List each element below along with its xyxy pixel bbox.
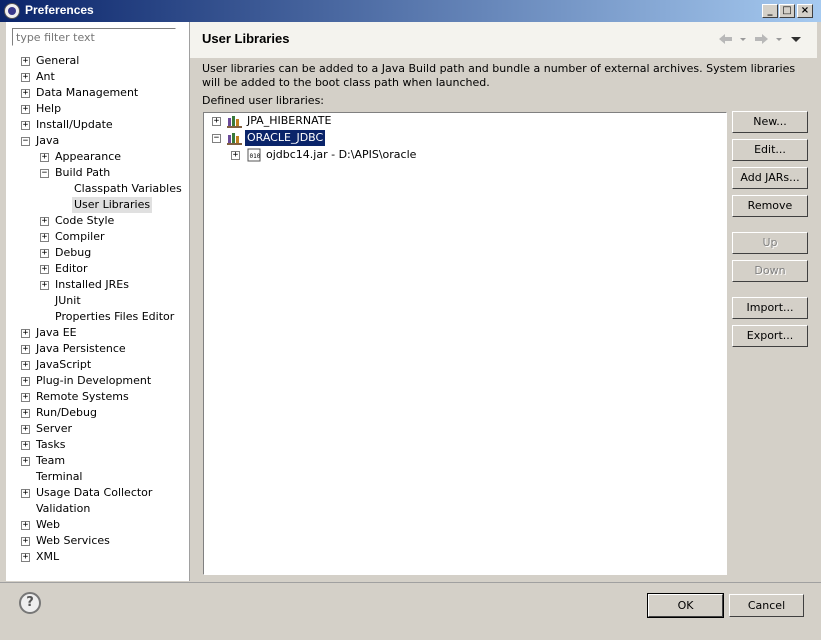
back-arrow-icon[interactable] xyxy=(719,34,746,44)
expand-icon[interactable]: + xyxy=(21,57,30,66)
expand-icon[interactable]: + xyxy=(21,361,30,370)
expand-icon[interactable]: + xyxy=(21,329,30,338)
eclipse-icon xyxy=(4,3,20,19)
history-navigation xyxy=(719,34,801,44)
expand-icon[interactable]: + xyxy=(21,89,30,98)
nav-item-validation[interactable]: Validation xyxy=(36,501,90,517)
library-jpa-hibernate[interactable]: JPA_HIBERNATE xyxy=(247,113,331,129)
expand-icon[interactable]: + xyxy=(21,345,30,354)
expand-icon[interactable]: + xyxy=(40,153,49,162)
expand-icon[interactable]: + xyxy=(21,489,30,498)
expand-icon[interactable]: + xyxy=(21,409,30,418)
nav-item-web-services[interactable]: Web Services xyxy=(36,533,110,549)
expand-icon[interactable]: + xyxy=(231,151,240,160)
edit-button[interactable]: Edit... xyxy=(732,139,808,161)
nav-item-compiler[interactable]: Compiler xyxy=(55,229,105,245)
nav-item-team[interactable]: Team xyxy=(36,453,65,469)
nav-item-ant[interactable]: Ant xyxy=(36,69,55,85)
minimize-button[interactable]: _ xyxy=(762,4,778,18)
window-title: Preferences xyxy=(25,3,94,17)
expand-icon[interactable]: + xyxy=(40,233,49,242)
view-menu-icon[interactable] xyxy=(791,37,801,42)
nav-item-debug[interactable]: Debug xyxy=(55,245,91,261)
expand-icon[interactable]: + xyxy=(21,521,30,530)
page-title: User Libraries xyxy=(202,31,290,46)
defined-libraries-label: Defined user libraries: xyxy=(202,94,325,107)
expand-icon[interactable]: + xyxy=(21,105,30,114)
help-icon[interactable]: ? xyxy=(19,592,41,614)
nav-item-junit[interactable]: JUnit xyxy=(55,293,81,309)
remove-button[interactable]: Remove xyxy=(732,195,808,217)
nav-item-data-management[interactable]: Data Management xyxy=(36,85,138,101)
nav-item-editor[interactable]: Editor xyxy=(55,261,88,277)
collapse-icon[interactable]: − xyxy=(212,134,221,143)
nav-item-classpath-variables[interactable]: Classpath Variables xyxy=(74,181,182,197)
nav-item-server[interactable]: Server xyxy=(36,421,72,437)
down-button[interactable]: Down xyxy=(732,260,808,282)
nav-item-terminal[interactable]: Terminal xyxy=(36,469,83,485)
expand-icon[interactable]: + xyxy=(40,265,49,274)
nav-item-install-update[interactable]: Install/Update xyxy=(36,117,113,133)
nav-item-plugin-development[interactable]: Plug-in Development xyxy=(36,373,151,389)
expand-icon[interactable]: + xyxy=(40,281,49,290)
title-bar[interactable] xyxy=(0,0,821,22)
nav-item-appearance[interactable]: Appearance xyxy=(55,149,121,165)
nav-item-xml[interactable]: XML xyxy=(36,549,59,565)
new-button[interactable]: New... xyxy=(732,111,808,133)
user-libraries-tree[interactable] xyxy=(203,112,727,575)
expand-icon[interactable]: + xyxy=(40,217,49,226)
collapse-icon[interactable]: − xyxy=(40,169,49,178)
jar-icon: 010 xyxy=(247,148,261,162)
library-icon xyxy=(227,116,242,128)
library-icon xyxy=(227,133,242,145)
add-jars-button[interactable]: Add JARs... xyxy=(732,167,808,189)
nav-item-user-libraries[interactable]: User Libraries xyxy=(72,197,153,213)
nav-item-java[interactable]: Java xyxy=(36,133,59,149)
expand-icon[interactable]: + xyxy=(212,117,221,126)
filter-input[interactable] xyxy=(12,28,176,46)
expand-icon[interactable]: + xyxy=(21,457,30,466)
expand-icon[interactable]: + xyxy=(21,377,30,386)
expand-icon[interactable]: + xyxy=(21,425,30,434)
cancel-button[interactable]: Cancel xyxy=(729,594,804,617)
nav-item-web[interactable]: Web xyxy=(36,517,60,533)
library-oracle-jdbc[interactable]: ORACLE_JDBC xyxy=(243,129,327,147)
expand-icon[interactable]: + xyxy=(21,553,30,562)
expand-icon[interactable]: + xyxy=(21,393,30,402)
export-button[interactable]: Export... xyxy=(732,325,808,347)
import-button[interactable]: Import... xyxy=(732,297,808,319)
nav-item-code-style[interactable]: Code Style xyxy=(55,213,114,229)
nav-item-properties-files-editor[interactable]: Properties Files Editor xyxy=(55,309,174,325)
nav-item-remote-systems[interactable]: Remote Systems xyxy=(36,389,129,405)
maximize-button[interactable]: □ xyxy=(779,4,795,18)
nav-item-general[interactable]: General xyxy=(36,53,79,69)
ok-button[interactable]: OK xyxy=(647,593,724,618)
expand-icon[interactable]: + xyxy=(21,73,30,82)
nav-item-usage-data-collector[interactable]: Usage Data Collector xyxy=(36,485,152,501)
page-description: User libraries can be added to a Java Bu… xyxy=(202,62,796,89)
expand-icon[interactable]: + xyxy=(40,249,49,258)
nav-item-installed-jres[interactable]: Installed JREs xyxy=(55,277,129,293)
jar-entry-ojdbc14[interactable]: ojdbc14.jar - D:\APIS\oracle xyxy=(266,147,416,163)
nav-item-tasks[interactable]: Tasks xyxy=(36,437,65,453)
nav-item-java-persistence[interactable]: Java Persistence xyxy=(36,341,126,357)
nav-item-java-ee[interactable]: Java EE xyxy=(36,325,77,341)
expand-icon[interactable]: + xyxy=(21,121,30,130)
nav-item-help[interactable]: Help xyxy=(36,101,61,117)
nav-item-build-path[interactable]: Build Path xyxy=(55,165,110,181)
close-button[interactable]: × xyxy=(797,4,813,18)
nav-item-run-debug[interactable]: Run/Debug xyxy=(36,405,97,421)
forward-arrow-icon[interactable] xyxy=(755,34,782,44)
svg-text:010: 010 xyxy=(250,153,261,160)
expand-icon[interactable]: + xyxy=(21,537,30,546)
nav-item-javascript[interactable]: JavaScript xyxy=(36,357,91,373)
up-button[interactable]: Up xyxy=(732,232,808,254)
expand-icon[interactable]: + xyxy=(21,441,30,450)
collapse-icon[interactable]: − xyxy=(21,137,30,146)
